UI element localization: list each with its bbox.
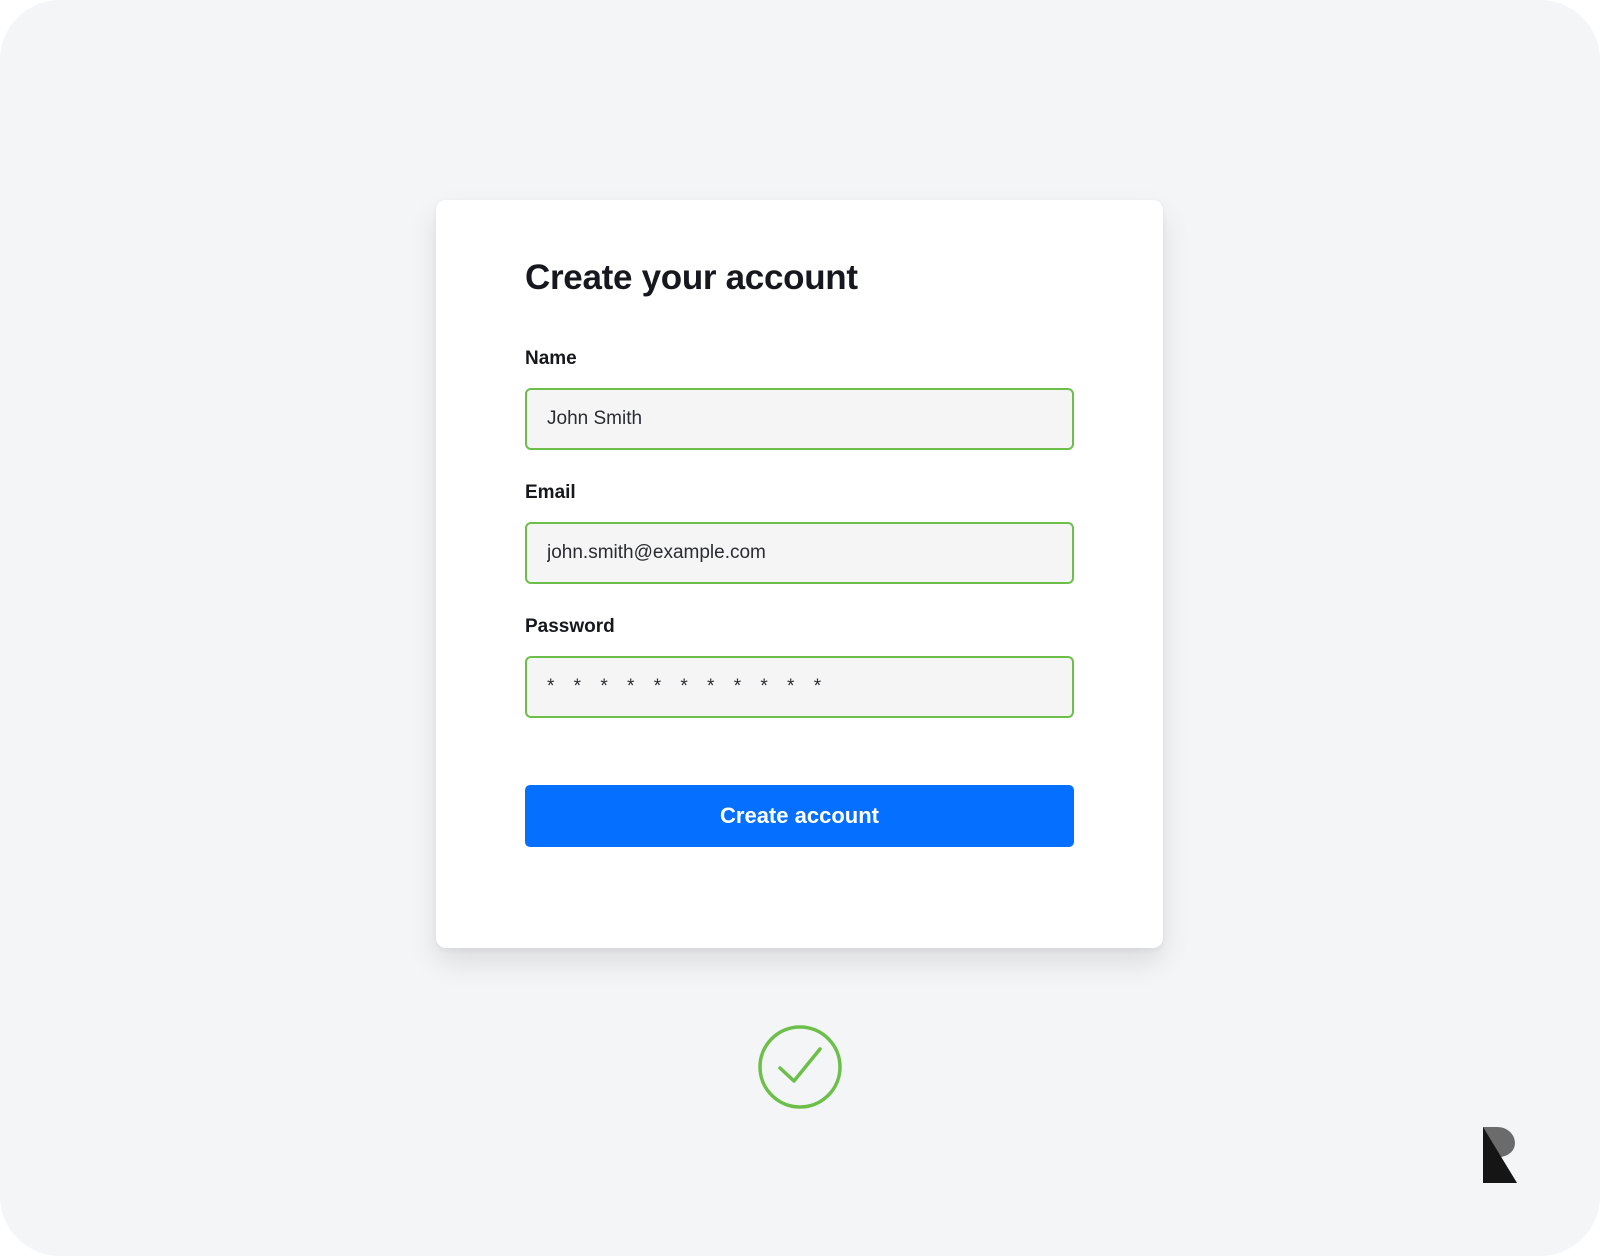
brand-logo-icon bbox=[1483, 1127, 1517, 1183]
password-label: Password bbox=[525, 616, 615, 637]
password-input[interactable] bbox=[525, 656, 1074, 718]
create-account-button[interactable]: Create account bbox=[525, 785, 1074, 847]
page-background: Create your account Name Email Password … bbox=[0, 0, 1600, 1256]
name-label: Name bbox=[525, 348, 577, 369]
check-circle-icon bbox=[758, 1025, 842, 1109]
name-input[interactable] bbox=[525, 388, 1074, 450]
form-title: Create your account bbox=[525, 258, 858, 297]
email-input[interactable] bbox=[525, 522, 1074, 584]
email-label: Email bbox=[525, 482, 576, 503]
signup-card: Create your account Name Email Password … bbox=[436, 200, 1163, 948]
